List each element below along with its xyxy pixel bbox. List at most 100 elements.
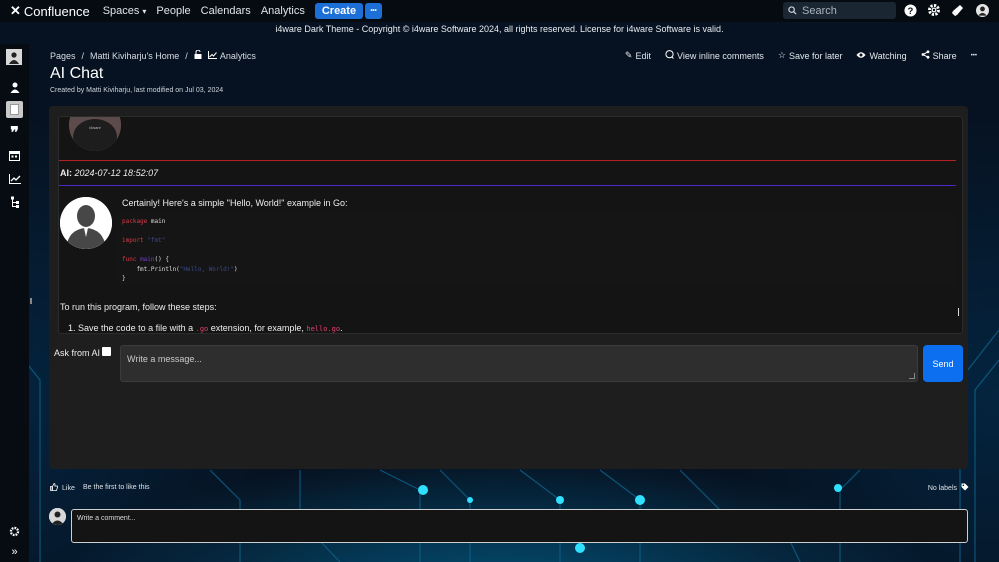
pencil-icon: ✎ (624, 50, 633, 60)
help-icon[interactable]: ? (903, 3, 917, 17)
share-button[interactable]: Share (921, 50, 957, 61)
page-byline: Created by Matti Kiviharju, last modifie… (50, 87, 224, 94)
edit-button[interactable]: ✎ Edit (625, 50, 651, 61)
message-placeholder: Write a message... (127, 354, 202, 364)
code-keyword: import (122, 237, 144, 244)
space-settings-gear-icon[interactable] (7, 524, 22, 539)
inline-code: hello.go (306, 325, 341, 333)
comment-placeholder: Write a comment... (77, 515, 136, 522)
code-text: () { (154, 256, 169, 263)
save-for-later-button[interactable]: ☆ Save for later (778, 50, 843, 61)
top-navigation: ✕ Confluence Spaces ▾ People Calendars A… (0, 0, 999, 22)
code-block: package main import "fmt" func main() { … (118, 214, 955, 286)
save-later-label: Save for later (788, 50, 843, 61)
chevron-down-icon: ▾ (142, 6, 147, 16)
ai-avatar (60, 197, 112, 249)
comment-icon (665, 50, 674, 61)
tag-icon (961, 483, 969, 493)
create-more-button[interactable]: ••• (365, 3, 383, 19)
code-string: "fmt" (143, 237, 166, 244)
space-sidebar: ❞ » (0, 44, 32, 562)
send-button[interactable]: Send (923, 345, 963, 382)
inline-code: .go (195, 325, 209, 333)
resize-handle[interactable] (909, 373, 915, 379)
breadcrumb: Pages / Matti Kiviharju's Home / Analyti… (50, 49, 256, 61)
comment-input[interactable]: Write a comment... (71, 509, 968, 543)
pages-icon[interactable] (6, 101, 23, 118)
user-avatar-previous: i4ware (69, 117, 121, 151)
watching-label: Watching (869, 50, 907, 61)
ai-message-header: AI: 2024-07-12 18:52:07 (60, 168, 158, 178)
calendar-icon[interactable] (7, 148, 22, 163)
thumbs-up-icon (50, 483, 59, 493)
edit-label: Edit (635, 50, 651, 61)
notifications-megaphone-icon[interactable] (951, 3, 965, 17)
nav-spaces-label: Spaces (102, 5, 140, 17)
message-divider-red (59, 160, 956, 161)
person-icon[interactable] (7, 80, 22, 95)
top-icon-group: ? (903, 3, 989, 17)
expand-sidebar-icon[interactable]: » (7, 544, 22, 559)
breadcrumb-home[interactable]: Matti Kiviharju's Home (90, 51, 179, 61)
svg-text:i4ware: i4ware (89, 125, 102, 130)
share-icon (921, 50, 930, 61)
breadcrumb-separator: / (81, 50, 85, 61)
confluence-logo-icon: ✕ (10, 3, 21, 18)
like-label: Like (62, 484, 75, 492)
license-banner: i4ware Dark Theme - Copyright © i4ware S… (275, 24, 724, 34)
code-keyword: func (122, 256, 137, 263)
create-button[interactable]: Create (314, 3, 364, 19)
nav-people[interactable]: People (156, 5, 190, 17)
search-input[interactable]: Search (783, 2, 896, 19)
quote-icon[interactable]: ❞ (7, 125, 22, 142)
inline-comments-label: View inline comments (676, 50, 764, 61)
code-text: } (122, 275, 126, 282)
code-text: main (147, 218, 166, 225)
ask-from-ai-label: Ask from AI (54, 348, 101, 358)
code-function-name: main (136, 256, 155, 263)
labels-text: No labels (927, 484, 957, 492)
code-string: "Hello, World!" (179, 265, 234, 273)
analytics-chart-icon (207, 50, 217, 61)
user-avatar[interactable] (975, 3, 989, 17)
message-input[interactable]: Write a message... (120, 345, 918, 382)
share-label: Share (932, 50, 957, 61)
confluence-logo[interactable]: ✕ Confluence (10, 3, 90, 19)
analytics-icon[interactable] (7, 171, 22, 186)
sidebar-resize-handle[interactable] (30, 298, 32, 304)
like-button[interactable]: Like (50, 483, 75, 493)
eye-icon (856, 51, 866, 61)
breadcrumb-pages[interactable]: Pages (50, 51, 76, 61)
chat-scrollbar[interactable] (958, 308, 959, 316)
page-title: AI Chat (50, 65, 104, 82)
space-avatar[interactable] (6, 49, 22, 65)
step-item: 1. Save the code to a file with a .go ex… (68, 323, 343, 333)
more-actions-button[interactable]: ••• (971, 53, 977, 59)
ai-timestamp: 2024-07-12 18:52:07 (74, 168, 159, 178)
nav-calendars[interactable]: Calendars (201, 5, 251, 17)
message-divider-blue (59, 185, 956, 186)
commenter-avatar (49, 508, 66, 525)
view-inline-comments-button[interactable]: View inline comments (665, 50, 764, 61)
step-text: Save the code to a file with a (78, 323, 194, 333)
like-status: Be the first to like this (83, 484, 150, 491)
hierarchy-icon[interactable] (7, 194, 22, 209)
ai-label: AI: (60, 168, 72, 178)
step-text: . (340, 323, 343, 333)
unlock-icon[interactable] (194, 49, 202, 61)
chat-history[interactable]: i4ware AI: 2024-07-12 18:52:07 Certainly… (58, 116, 963, 334)
gear-icon[interactable] (927, 3, 941, 17)
code-text: ) (233, 265, 238, 273)
labels-section[interactable]: No labels (928, 483, 969, 493)
ai-chat-panel: i4ware AI: 2024-07-12 18:52:07 Certainly… (49, 106, 968, 469)
breadcrumb-analytics[interactable]: Analytics (220, 51, 256, 61)
star-icon: ☆ (777, 50, 786, 60)
code-keyword: package (122, 218, 148, 225)
svg-text:?: ? (907, 5, 913, 15)
ask-from-ai-checkbox[interactable] (102, 347, 111, 356)
run-instructions: To run this program, follow these steps: (60, 302, 217, 312)
step-number: 1. (68, 323, 76, 333)
nav-analytics[interactable]: Analytics (261, 5, 305, 17)
nav-spaces[interactable]: Spaces ▾ (103, 5, 147, 17)
watching-button[interactable]: Watching (856, 50, 907, 61)
